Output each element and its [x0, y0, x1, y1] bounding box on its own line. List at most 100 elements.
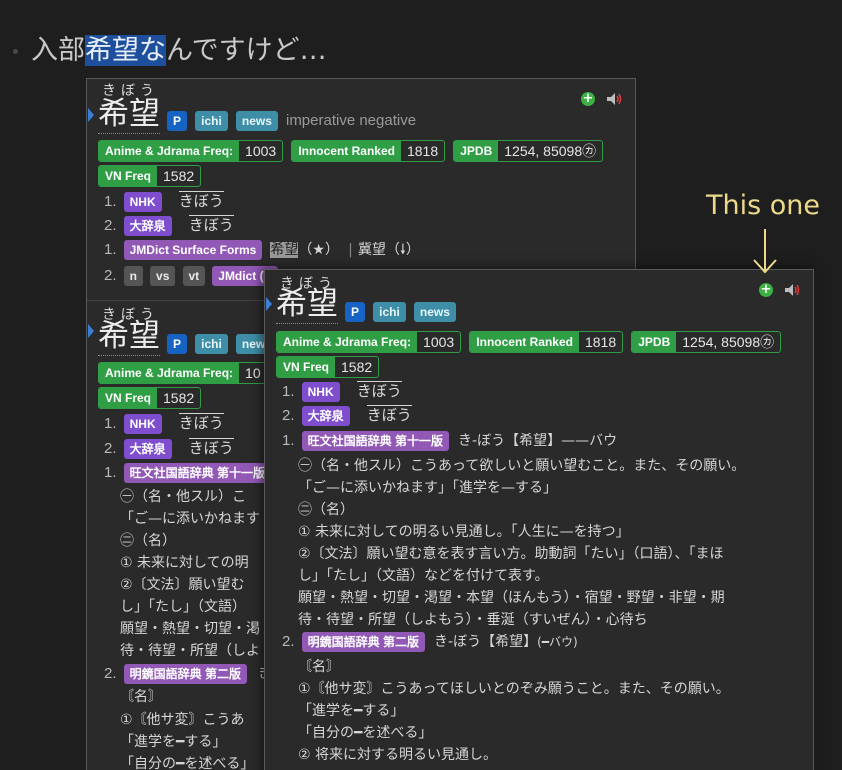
- dict-tag-meikyo: 明鏡国語辞典 第二版: [123, 664, 247, 684]
- dict-tag-daijisen: 大辞泉: [301, 406, 350, 426]
- definition-line: 願望・熱望・切望・渇: [120, 621, 260, 637]
- definition-line: 願望・熱望・切望・渇望・本望（ほんもう）・宿望・野望・非望・期: [298, 590, 725, 606]
- speaker-icon[interactable]: [784, 283, 802, 297]
- surface-form-mark: （🠗）: [385, 242, 420, 258]
- definition-line: し」「たし」（文語）などを付けて表す。: [298, 568, 549, 584]
- definition-line: 〘名〙: [120, 689, 162, 705]
- dict-tag-daijisen: 大辞泉: [123, 439, 172, 459]
- definition-line: 待・待望・所望（しよもう）・垂涎（すいぜん）・心待ち: [298, 612, 648, 628]
- definition-line: 「ご—に添いかねます: [120, 511, 260, 527]
- speaker-icon[interactable]: [606, 92, 624, 106]
- dict-tag-daijisen: 大辞泉: [123, 216, 172, 236]
- freq-vn: VN Freq 1582: [98, 387, 202, 409]
- definition-head-note: (━バウ): [537, 635, 578, 649]
- dict-tag-meikyo: 明鏡国語辞典 第二版: [301, 632, 425, 652]
- dictionary-popup-front: きぼう 希望 P ichi news + Anime & Jdrama Freq…: [264, 269, 814, 770]
- frequency-row-2: VN Freq 1582: [276, 356, 380, 378]
- freq-anime: Anime & Jdrama Freq: 1003: [276, 331, 462, 353]
- pitch-item: 1. NHK きぼう: [104, 413, 224, 434]
- definition-line: ② 将来に対する明るい見通し。: [298, 747, 498, 763]
- definition-item: 1. 旺文社国語辞典 第十一版: [104, 462, 271, 483]
- arrow-down-icon: [753, 229, 777, 274]
- dict-tag-surface-forms: JMDict Surface Forms: [123, 240, 263, 260]
- definition-item: 1. 旺文社国語辞典 第十一版 き-ぼう【希望】——バウ: [282, 431, 618, 451]
- entry-headword[interactable]: 希望: [98, 96, 160, 134]
- definition-item: 2. n vs vt JMdict (E: [104, 265, 278, 286]
- definition-line: ㊀（名・他スル）こ: [120, 489, 246, 505]
- definition-line: ㊀（名・他スル）こうあって欲しいと願い望むこと。また、その願い。: [298, 458, 746, 474]
- dict-tag-nhk: NHK: [301, 382, 340, 402]
- pitch-item: 2. 大辞泉 きぼう: [282, 405, 412, 426]
- sentence-post: んですけど…: [166, 35, 327, 66]
- pos-tag-n: n: [123, 266, 143, 286]
- definition-line: ①〘他サ変〙こうあ: [120, 712, 245, 728]
- pitch-reading: きぼう: [188, 215, 234, 234]
- frequency-row-1: Anime & Jdrama Freq: 1003 Innocent Ranked…: [98, 140, 604, 162]
- definition-line: ㊁（名）: [298, 502, 354, 518]
- pitch-item: 1. NHK きぼう: [104, 191, 224, 212]
- definition-line: し」「たし」（文語）: [120, 599, 246, 615]
- sentence-pre: 入部: [31, 35, 85, 66]
- sentence-highlight[interactable]: 希望な: [85, 35, 166, 66]
- definition-line: ① 未来に対しての明るい見通し。「人生に—を持つ」: [298, 524, 630, 540]
- freq-innocent: Innocent Ranked 1818: [469, 331, 624, 353]
- pitch-item: 2. 大辞泉 きぼう: [104, 215, 234, 236]
- dict-tag-obunsha: 旺文社国語辞典 第十一版: [123, 463, 271, 483]
- pitch-reading: きぼう: [178, 413, 224, 432]
- entry-marker-icon: [88, 324, 94, 338]
- freq-anime: Anime & Jdrama Freq: 10: [98, 362, 268, 384]
- freq-jpdb: JPDB 1254, 85098㋕: [631, 331, 782, 353]
- entry-tags: P ichi news: [167, 333, 278, 354]
- tag-news: news: [413, 302, 456, 322]
- pos-tag-vs: vs: [150, 266, 176, 286]
- add-note-icon[interactable]: +: [581, 92, 595, 106]
- source-sentence[interactable]: 入部希望なんですけど…: [31, 32, 327, 70]
- definition-head: き-ぼう【希望】: [434, 634, 538, 650]
- inflection-note: imperative negative: [285, 112, 417, 129]
- pitch-reading: きぼう: [178, 191, 224, 210]
- surface-forms-item: 1. JMDict Surface Forms 希望（★） | 冀望（🠗）: [104, 240, 420, 260]
- definition-line: 「進学を━する」: [120, 734, 227, 750]
- freq-vn: VN Freq 1582: [98, 165, 202, 187]
- tag-priority: P: [345, 302, 366, 322]
- pitch-reading: きぼう: [356, 381, 402, 400]
- freq-jpdb: JPDB 1254, 85098㋕: [453, 140, 604, 162]
- freq-anime: Anime & Jdrama Freq: 1003: [98, 140, 284, 162]
- pitch-reading: きぼう: [188, 438, 234, 457]
- definition-line: ㊁（名）: [120, 533, 176, 549]
- definition-line: ①〘他サ変〙こうあってほしいとのぞみ願うこと。また、その願い。: [298, 681, 730, 697]
- tag-priority: P: [167, 334, 188, 354]
- definition-item: 2. 明鏡国語辞典 第二版 き: [104, 663, 272, 684]
- definition-line: 「自分の━を述べる」: [298, 725, 433, 741]
- tag-ichi: ichi: [373, 302, 406, 322]
- entry-headword[interactable]: 希望: [98, 318, 160, 356]
- surface-form-secondary: 冀望: [357, 242, 386, 258]
- surface-form-primary: 希望: [270, 242, 299, 258]
- frequency-row-2: VN Freq 1582: [98, 165, 202, 187]
- pitch-item: 2. 大辞泉 きぼう: [104, 438, 234, 459]
- definition-line: ① 未来に対しての明: [120, 555, 249, 571]
- add-note-icon[interactable]: +: [759, 283, 773, 297]
- freq-vn: VN Freq 1582: [276, 356, 380, 378]
- tag-news: news: [235, 111, 278, 131]
- entry-headword[interactable]: 希望: [276, 286, 338, 324]
- frequency-row-1: Anime & Jdrama Freq: 1003 Innocent Ranked…: [276, 331, 782, 353]
- list-bullet: [13, 49, 18, 54]
- surface-form-star: （★）: [298, 242, 339, 258]
- annotation-label: This one: [706, 190, 820, 221]
- frequency-row-2: VN Freq 1582: [98, 387, 202, 409]
- pos-tag-vt: vt: [182, 266, 206, 286]
- frequency-row-1: Anime & Jdrama Freq: 10: [98, 362, 268, 384]
- entry-tags: P ichi news: [345, 301, 456, 322]
- dict-tag-nhk: NHK: [123, 414, 162, 434]
- tag-ichi: ichi: [195, 111, 228, 131]
- entry-marker-icon: [266, 297, 272, 311]
- entry-tags: P ichi news imperative negative: [167, 110, 416, 131]
- definition-line: ②〔文法〕願い望む意を表す言い方。助動詞「たい」（口語）、「まほ: [298, 546, 724, 562]
- pitch-reading: きぼう: [366, 405, 412, 424]
- dict-tag-obunsha: 旺文社国語辞典 第十一版: [301, 431, 449, 451]
- definition-line: ②〔文法〕願い望む: [120, 577, 245, 593]
- freq-innocent: Innocent Ranked 1818: [291, 140, 446, 162]
- entry-marker-icon: [88, 108, 94, 122]
- definition-line: 〘名〙: [298, 659, 340, 675]
